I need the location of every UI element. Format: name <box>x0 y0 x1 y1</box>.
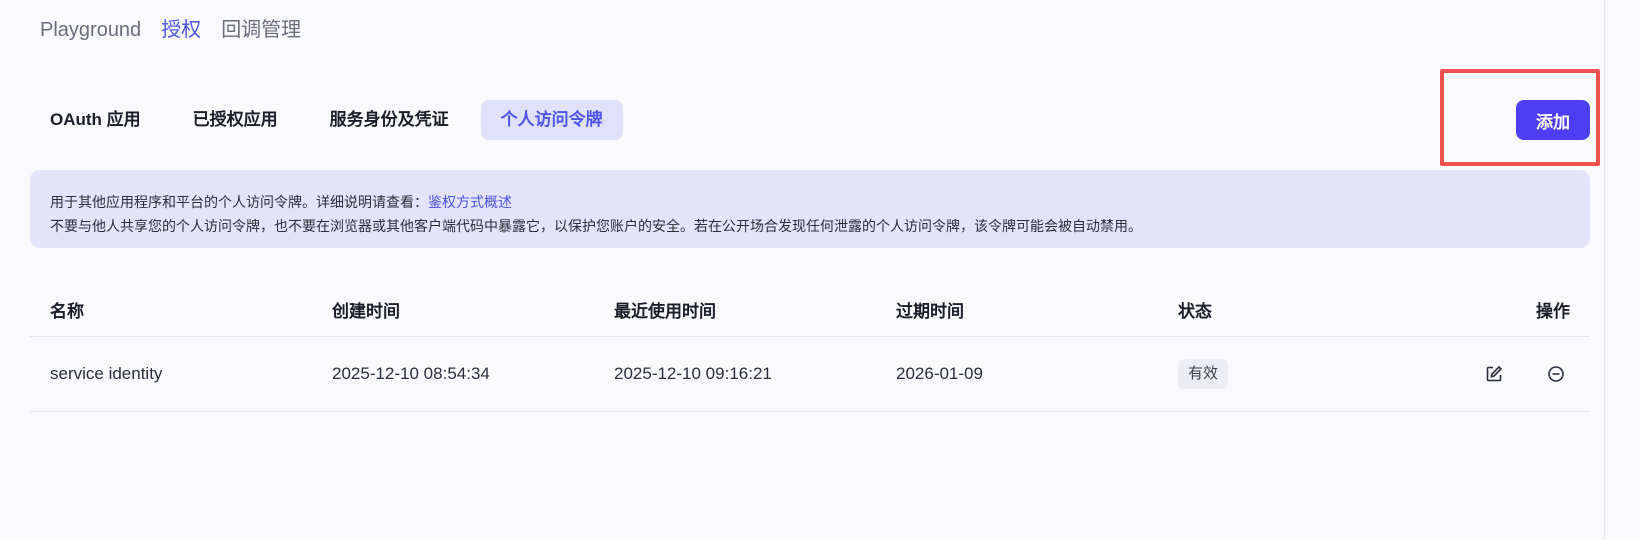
tab-authorized-apps[interactable]: 已授权应用 <box>173 100 298 140</box>
col-expires: 过期时间 <box>896 302 964 321</box>
nav-playground[interactable]: Playground <box>40 14 141 46</box>
info-banner: 用于其他应用程序和平台的个人访问令牌。详细说明请查看：鉴权方式概述 不要与他人共… <box>30 170 1590 248</box>
table-header: 名称 创建时间 最近使用时间 过期时间 状态 操作 <box>30 283 1590 337</box>
add-button[interactable]: 添加 <box>1516 100 1590 140</box>
col-status: 状态 <box>1178 302 1212 321</box>
nav-authorization[interactable]: 授权 <box>161 14 201 46</box>
token-expires: 2026-01-09 <box>896 364 983 383</box>
token-last-used: 2025-12-10 09:16:21 <box>614 364 772 383</box>
nav-callback-management[interactable]: 回调管理 <box>221 14 301 46</box>
info-line-1: 用于其他应用程序和平台的个人访问令牌。详细说明请查看：鉴权方式概述 <box>50 190 1570 214</box>
sub-tabs: OAuth 应用 已授权应用 服务身份及凭证 个人访问令牌 <box>30 100 623 140</box>
token-created: 2025-12-10 08:54:34 <box>332 364 490 383</box>
tokens-table: 名称 创建时间 最近使用时间 过期时间 状态 操作 service identi… <box>30 283 1590 412</box>
col-created: 创建时间 <box>332 302 400 321</box>
remove-icon[interactable] <box>1544 362 1568 386</box>
info-line-2: 不要与他人共享您的个人访问令牌，也不要在浏览器或其他客户端代码中暴露它，以保护您… <box>50 218 1142 234</box>
col-last-used: 最近使用时间 <box>614 302 716 321</box>
auth-overview-link[interactable]: 鉴权方式概述 <box>428 194 512 210</box>
status-cell: 有效 <box>1178 359 1229 389</box>
col-actions: 操作 <box>1536 302 1570 321</box>
edit-icon[interactable] <box>1482 362 1506 386</box>
table-row: service identity 2025-12-10 08:54:34 202… <box>30 337 1590 412</box>
tab-service-identity[interactable]: 服务身份及凭证 <box>310 100 469 140</box>
page: Playground 授权 回调管理 OAuth 应用 已授权应用 服务身份及凭… <box>0 0 1640 540</box>
tab-oauth-apps[interactable]: OAuth 应用 <box>30 100 161 140</box>
side-panel-edge <box>1604 0 1640 540</box>
status-badge: 有效 <box>1178 359 1229 389</box>
col-name: 名称 <box>50 302 84 321</box>
tab-personal-access-tokens[interactable]: 个人访问令牌 <box>480 100 623 140</box>
top-nav: Playground 授权 回调管理 <box>40 14 301 46</box>
token-name: service identity <box>50 364 163 383</box>
info-text: 用于其他应用程序和平台的个人访问令牌。详细说明请查看： <box>50 194 428 210</box>
